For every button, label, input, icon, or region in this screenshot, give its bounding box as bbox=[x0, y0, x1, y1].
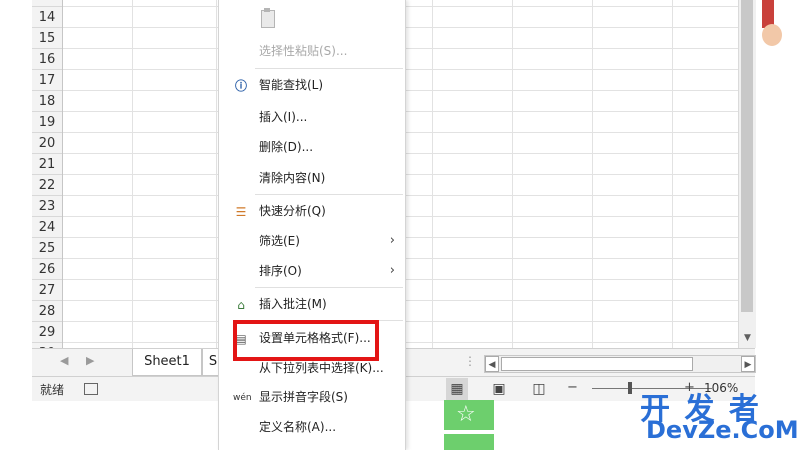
grid-line bbox=[216, 0, 217, 348]
macro-record-icon[interactable] bbox=[84, 383, 98, 395]
context-menu: 选择性粘贴(S)... ⓘ 智能查找(L) 插入(I)... 删除(D)... … bbox=[218, 0, 406, 450]
grid-line bbox=[512, 0, 513, 348]
row-number[interactable]: 25 bbox=[32, 238, 62, 259]
vertical-scrollbar[interactable]: ▼ bbox=[738, 0, 756, 348]
menu-separator bbox=[255, 68, 403, 69]
row-number[interactable]: 16 bbox=[32, 49, 62, 70]
grid-line bbox=[672, 0, 673, 348]
row-number[interactable]: 26 bbox=[32, 259, 62, 280]
next-sheet-icon[interactable]: ▶ bbox=[86, 354, 94, 367]
menu-paste-special: 选择性粘贴(S)... bbox=[259, 44, 348, 58]
grid-line bbox=[132, 0, 133, 348]
menu-separator bbox=[255, 194, 403, 195]
menu-show-phonetic[interactable]: wén 显示拼音字段(S) bbox=[219, 384, 405, 410]
status-ready: 就绪 bbox=[40, 383, 65, 397]
page-break-icon[interactable]: ◫ bbox=[528, 378, 550, 400]
row-number[interactable]: 20 bbox=[32, 133, 62, 154]
scroll-right-icon[interactable]: ▶ bbox=[741, 356, 755, 372]
horizontal-scroll-thumb[interactable] bbox=[501, 357, 693, 371]
vertical-scroll-thumb[interactable] bbox=[741, 0, 753, 312]
split-handle-icon[interactable]: ⋮ bbox=[464, 354, 476, 368]
quick-analysis-icon: ☰ bbox=[235, 205, 247, 219]
row-header-column: 13 14 15 16 17 18 19 20 21 22 23 24 25 2… bbox=[32, 0, 63, 348]
row-number[interactable]: 18 bbox=[32, 91, 62, 112]
row-number[interactable]: 24 bbox=[32, 217, 62, 238]
menu-separator bbox=[255, 287, 403, 288]
prev-sheet-icon[interactable]: ◀ bbox=[60, 354, 68, 367]
row-number[interactable]: 28 bbox=[32, 301, 62, 322]
row-number[interactable]: 23 bbox=[32, 196, 62, 217]
row-number[interactable]: 15 bbox=[32, 28, 62, 49]
menu-insert-comment[interactable]: ⌂ 插入批注(M) bbox=[219, 291, 405, 317]
row-number[interactable]: 29 bbox=[32, 322, 62, 343]
horizontal-scrollbar[interactable]: ◀ ▶ bbox=[484, 355, 756, 373]
row-number[interactable]: 27 bbox=[32, 280, 62, 301]
menu-insert[interactable]: 插入(I)... bbox=[219, 104, 405, 130]
menu-smart-lookup[interactable]: ⓘ 智能查找(L) bbox=[219, 72, 405, 98]
phonetic-icon: wén bbox=[233, 393, 252, 403]
page-layout-icon[interactable]: ▣ bbox=[488, 378, 510, 400]
green-block bbox=[444, 434, 494, 450]
row-number[interactable]: 14 bbox=[32, 7, 62, 28]
menu-sort[interactable]: 排序(O) › bbox=[219, 258, 405, 284]
row-number[interactable]: 19 bbox=[32, 112, 62, 133]
clipboard-icon bbox=[259, 8, 277, 30]
star-icon: ☆ bbox=[444, 400, 494, 430]
row-number[interactable]: 22 bbox=[32, 175, 62, 196]
zoom-slider-thumb[interactable] bbox=[628, 382, 632, 394]
grid-line bbox=[592, 0, 593, 348]
watermark-line2: DevZe.CoM bbox=[646, 416, 799, 444]
scroll-left-icon[interactable]: ◀ bbox=[485, 356, 499, 372]
sheet-tab-sheet1[interactable]: Sheet1 bbox=[132, 349, 202, 376]
menu-filter[interactable]: 筛选(E) › bbox=[219, 228, 405, 254]
zoom-out-button[interactable]: − bbox=[567, 380, 578, 395]
submenu-arrow-icon: › bbox=[389, 233, 395, 248]
menu-clear-contents[interactable]: 清除内容(N) bbox=[219, 165, 405, 191]
grid-line bbox=[432, 0, 433, 348]
menu-quick-analysis[interactable]: ☰ 快速分析(Q) bbox=[219, 198, 405, 224]
decoration-graphic bbox=[760, 0, 800, 60]
menu-delete[interactable]: 删除(D)... bbox=[219, 134, 405, 160]
normal-view-icon[interactable]: ▦ bbox=[446, 378, 468, 400]
comment-icon: ⌂ bbox=[237, 298, 245, 312]
menu-define-name[interactable]: 定义名称(A)... bbox=[219, 414, 405, 440]
row-number[interactable]: 17 bbox=[32, 70, 62, 91]
smart-lookup-icon: ⓘ bbox=[234, 79, 247, 93]
row-number[interactable]: 21 bbox=[32, 154, 62, 175]
highlight-box bbox=[233, 320, 379, 361]
scroll-down-icon[interactable]: ▼ bbox=[739, 330, 756, 347]
row-number[interactable]: 13 bbox=[32, 0, 62, 7]
submenu-arrow-icon: › bbox=[389, 263, 395, 278]
